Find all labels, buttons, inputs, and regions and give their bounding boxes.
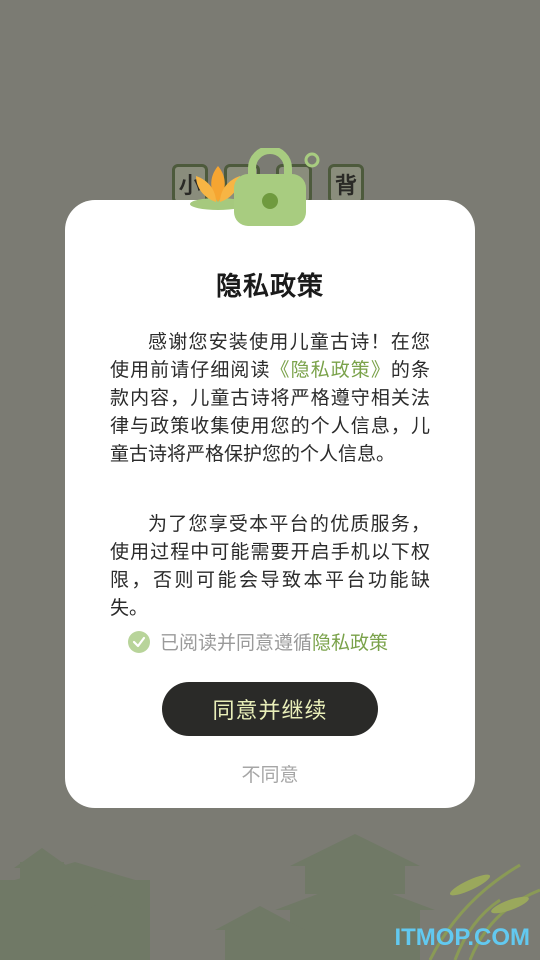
consent-checkbox[interactable]: 已阅读并同意遵循 隐私政策 [128,628,388,655]
lock-badge [190,148,320,226]
policy-paragraph-1: 感谢您安装使用儿童古诗！在您使用前请仔细阅读《隐私政策》的条款内容，儿童古诗将严… [110,328,430,468]
consent-privacy-link[interactable]: 隐私政策 [312,628,388,655]
dialog-title: 隐私政策 [215,272,324,302]
tile-char: 背 [334,174,357,199]
consent-label: 已阅读并同意遵循 [160,632,313,654]
policy-paragraph-2: 为了您享受本平台的优质服务，使用过程中可能需要开启手机以下权限，否则可能会导致本… [110,513,430,619]
lock-icon [234,148,320,226]
title-tile: 背 [328,164,364,204]
watermark: ITMOP.COM [394,924,530,951]
privacy-policy-link[interactable]: 《隐私政策》 [271,359,391,381]
pavilion-left-illustration [0,848,150,960]
agree-continue-button[interactable]: 同意并继续 [162,682,378,736]
check-circle-icon[interactable] [128,630,150,653]
disagree-button[interactable]: 不同意 [0,760,540,787]
